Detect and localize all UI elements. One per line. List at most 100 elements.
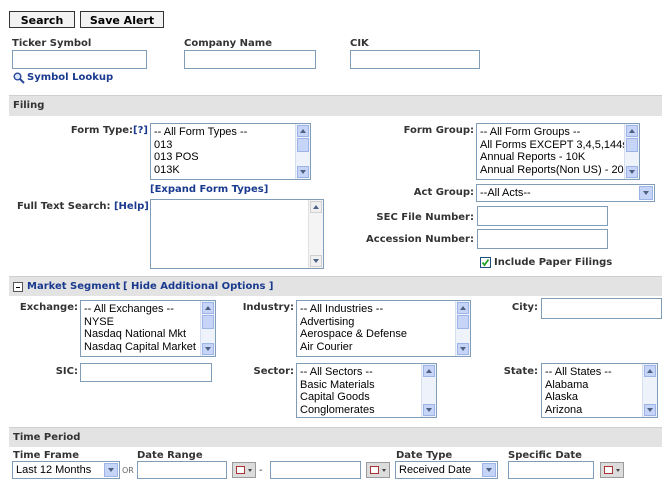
list-item[interactable]: -- All Exchanges -- <box>84 303 215 316</box>
scroll-thumb[interactable] <box>297 138 309 152</box>
industry-label: Industry: <box>242 302 294 313</box>
chevron-down-icon[interactable] <box>482 463 496 477</box>
time-frame-label: Time Frame <box>13 450 80 461</box>
list-item[interactable]: Air Courier <box>300 341 470 354</box>
list-item[interactable]: Annual Reports(Non US) - 20F <box>480 164 639 177</box>
list-item[interactable]: Advertising <box>300 316 470 329</box>
specific-date-input[interactable] <box>508 461 594 479</box>
date-range-start-input[interactable] <box>137 461 227 479</box>
scroll-up-icon[interactable] <box>310 201 322 213</box>
search-button[interactable]: Search <box>9 11 75 28</box>
calendar-icon[interactable] <box>600 462 624 478</box>
scrollbar[interactable] <box>200 301 215 356</box>
state-label: State: <box>503 366 538 377</box>
scroll-down-icon[interactable] <box>202 343 214 355</box>
chevron-down-icon[interactable] <box>104 463 118 477</box>
scroll-down-icon[interactable] <box>297 166 309 178</box>
sector-label: Sector: <box>253 366 295 377</box>
exchange-label: Exchange: <box>19 302 78 313</box>
list-item[interactable]: Annual Reports - 10K <box>480 151 639 164</box>
list-item[interactable]: Nasdaq Capital Market <box>84 341 215 354</box>
list-item[interactable]: Aerospace & Defense <box>300 328 470 341</box>
list-item[interactable]: Arizona <box>545 404 657 417</box>
form-type-listbox[interactable]: -- All Form Types -- 013 013 POS 013K <box>150 123 311 180</box>
scrollbar[interactable] <box>642 364 657 417</box>
collapse-icon[interactable] <box>13 282 23 292</box>
list-item[interactable]: Alabama <box>545 379 657 392</box>
list-item[interactable]: -- All States -- <box>545 366 657 379</box>
list-item[interactable]: -- All Sectors -- <box>300 366 436 379</box>
market-segment-header: Market Segment [ Hide Additional Options… <box>9 276 662 296</box>
calendar-icon[interactable] <box>232 462 256 478</box>
accession-number-label: Accession Number: <box>366 234 474 245</box>
list-item[interactable]: Nasdaq National Mkt <box>84 328 215 341</box>
scroll-thumb[interactable] <box>626 138 638 152</box>
industry-listbox[interactable]: -- All Industries -- Advertising Aerospa… <box>296 300 471 357</box>
list-item[interactable]: -- All Form Types -- <box>154 126 310 139</box>
ticker-symbol-label: Ticker Symbol <box>12 38 92 49</box>
time-frame-select[interactable]: Last 12 Months <box>12 461 120 479</box>
calendar-icon[interactable] <box>366 462 390 478</box>
list-item[interactable]: NYSE <box>84 316 215 329</box>
date-range-dash: - <box>259 465 263 476</box>
act-group-value: --All Acts-- <box>480 187 531 199</box>
company-name-input[interactable] <box>184 50 316 69</box>
scroll-down-icon[interactable] <box>423 404 435 416</box>
list-item[interactable]: All Forms EXCEPT 3,4,5,144s <box>480 139 639 152</box>
act-group-label: Act Group: <box>413 187 474 198</box>
include-paper-filings-label: Include Paper Filings <box>494 257 613 268</box>
exchange-listbox[interactable]: -- All Exchanges -- NYSE Nasdaq National… <box>80 300 216 357</box>
list-item[interactable]: 013K <box>154 164 310 177</box>
full-text-help-link[interactable]: [Help] <box>114 201 149 212</box>
list-item[interactable]: Alaska <box>545 391 657 404</box>
scroll-up-icon[interactable] <box>644 365 656 377</box>
checkbox-icon[interactable] <box>480 257 491 268</box>
filing-section-header: Filing <box>9 95 662 116</box>
scrollbar[interactable] <box>308 200 323 268</box>
expand-form-types-link[interactable]: [Expand Form Types] <box>150 184 268 195</box>
scroll-thumb[interactable] <box>457 315 469 329</box>
date-range-label: Date Range <box>137 450 203 461</box>
sic-input[interactable] <box>80 363 212 382</box>
save-alert-button[interactable]: Save Alert <box>80 11 164 28</box>
accession-number-input[interactable] <box>477 229 608 249</box>
list-item[interactable]: 013 <box>154 139 310 152</box>
scroll-thumb[interactable] <box>202 315 214 329</box>
sector-listbox[interactable]: -- All Sectors -- Basic Materials Capita… <box>296 363 437 418</box>
scroll-down-icon[interactable] <box>644 404 656 416</box>
scroll-down-icon[interactable] <box>626 166 638 178</box>
chevron-down-icon[interactable] <box>639 186 653 200</box>
magnifier-icon <box>13 72 25 84</box>
city-input[interactable] <box>541 298 662 319</box>
list-item[interactable]: 013 POS <box>154 151 310 164</box>
cik-input[interactable] <box>350 50 480 69</box>
list-item[interactable]: -- All Industries -- <box>300 303 470 316</box>
form-type-help-link[interactable]: [?] <box>133 125 148 136</box>
date-type-select[interactable]: Received Date <box>395 461 498 479</box>
hide-additional-options-link[interactable]: [ Hide Additional Options ] <box>123 277 273 297</box>
list-item[interactable]: Conglomerates <box>300 404 436 417</box>
specific-date-label: Specific Date <box>508 450 582 461</box>
scroll-up-icon[interactable] <box>423 365 435 377</box>
list-item[interactable]: Basic Materials <box>300 379 436 392</box>
ticker-symbol-input[interactable] <box>12 50 147 69</box>
scroll-up-icon[interactable] <box>297 125 309 137</box>
scrollbar[interactable] <box>455 301 470 356</box>
date-range-end-input[interactable] <box>270 461 361 479</box>
state-listbox[interactable]: -- All States -- Alabama Alaska Arizona <box>541 363 658 418</box>
full-text-search-textarea[interactable] <box>150 199 324 269</box>
scrollbar[interactable] <box>295 124 310 179</box>
list-item[interactable]: Capital Goods <box>300 391 436 404</box>
scroll-up-icon[interactable] <box>457 302 469 314</box>
form-group-listbox[interactable]: -- All Form Groups -- All Forms EXCEPT 3… <box>476 123 640 180</box>
scroll-up-icon[interactable] <box>202 302 214 314</box>
scroll-down-icon[interactable] <box>457 343 469 355</box>
scrollbar[interactable] <box>421 364 436 417</box>
act-group-select[interactable]: --All Acts-- <box>476 184 655 202</box>
scrollbar[interactable] <box>624 124 639 179</box>
list-item[interactable]: -- All Form Groups -- <box>480 126 639 139</box>
scroll-down-icon[interactable] <box>310 255 322 267</box>
sec-file-number-input[interactable] <box>477 206 608 226</box>
scroll-up-icon[interactable] <box>626 125 638 137</box>
time-frame-value: Last 12 Months <box>16 464 92 476</box>
